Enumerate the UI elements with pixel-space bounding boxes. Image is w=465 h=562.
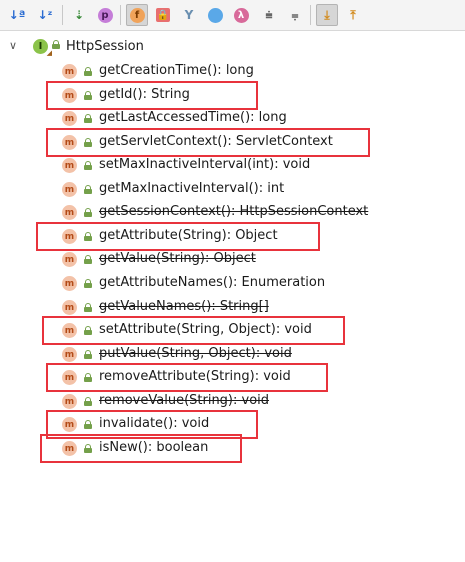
lock-icon (84, 303, 92, 312)
method-icon: m (62, 64, 77, 79)
show-lambdas-icon[interactable]: λ (230, 4, 252, 26)
method-icon: m (62, 205, 77, 220)
method-label: getCreationTime(): long (99, 63, 254, 78)
method-icon: m (62, 111, 77, 126)
highlight-box (46, 128, 370, 157)
method-row[interactable]: m getAttributeNames(): Enumeration (0, 272, 465, 295)
method-row[interactable]: m getLastAccessedTime(): long (0, 107, 465, 130)
lock-icon (84, 161, 92, 170)
toolbar-separator (62, 5, 63, 25)
highlight-box (40, 434, 242, 463)
show-non-public-icon[interactable]: 🔒 (152, 4, 174, 26)
structure-toolbar: ↓ª ↓ᶻ ⇣ p f 🔒 Y λ ⩧ ⩦ ⤓ ⤒ (0, 0, 465, 31)
method-label: getLastAccessedTime(): long (99, 110, 287, 125)
show-fields-icon[interactable]: ⇣ (68, 4, 90, 26)
method-label: getValueNames(): String[] (99, 299, 269, 314)
method-icon: m (62, 300, 77, 315)
expand-all-icon[interactable]: ⩧ (258, 4, 280, 26)
tree-root-label: HttpSession (66, 39, 144, 54)
method-row[interactable]: m getCreationTime(): long (0, 60, 465, 83)
show-inherited-icon[interactable]: Y (178, 4, 200, 26)
highlight-box (36, 222, 320, 251)
autoscroll-to-source-icon[interactable]: ⤓ (316, 4, 338, 26)
lock-icon (84, 208, 92, 217)
method-row[interactable]: m getValue(String): Object (0, 248, 465, 271)
lock-icon (84, 67, 92, 76)
method-icon: m (62, 347, 77, 362)
method-label: putValue(String, Object): void (99, 346, 292, 361)
tree-root-node[interactable]: ∨ I ◢ HttpSession (0, 37, 465, 57)
lock-icon (84, 114, 92, 123)
method-label: getSessionContext(): HttpSessionContext (99, 204, 369, 219)
chevron-down-icon[interactable]: ∨ (9, 39, 17, 52)
interface-icon: I ◢ (33, 39, 52, 57)
show-properties-icon[interactable]: p (94, 4, 116, 26)
highlight-box (42, 316, 345, 345)
autoscroll-from-source-icon[interactable]: ⤒ (342, 4, 364, 26)
show-anonymous-icon[interactable] (204, 4, 226, 26)
method-icon: m (62, 158, 77, 173)
method-row[interactable]: m getSessionContext(): HttpSessionContext (0, 201, 465, 224)
method-label: removeValue(String): void (99, 393, 270, 408)
toolbar-separator (310, 5, 311, 25)
method-icon: m (62, 182, 77, 197)
lock-icon (84, 350, 92, 359)
lock-icon (84, 397, 92, 406)
method-icon: m (62, 276, 77, 291)
highlight-box (46, 81, 258, 110)
method-label: getValue(String): Object (99, 251, 256, 266)
lock-icon (52, 40, 60, 49)
method-row[interactable]: m getMaxInactiveInterval(): int (0, 178, 465, 201)
sort-alphabetically-icon[interactable]: ↓ᶻ (34, 4, 56, 26)
method-row[interactable]: m setMaxInactiveInterval(int): void (0, 154, 465, 177)
collapse-all-icon[interactable]: ⩦ (284, 4, 306, 26)
sort-by-visibility-icon[interactable]: ↓ª (6, 4, 28, 26)
lock-icon (84, 279, 92, 288)
highlight-box (46, 363, 328, 392)
method-icon: m (62, 394, 77, 409)
method-icon: m (62, 252, 77, 267)
lock-icon (84, 185, 92, 194)
lock-icon (84, 255, 92, 264)
toolbar-separator (120, 5, 121, 25)
method-label: setMaxInactiveInterval(int): void (99, 157, 311, 172)
method-label: getAttributeNames(): Enumeration (99, 275, 326, 290)
method-label: getMaxInactiveInterval(): int (99, 181, 285, 196)
show-fields-toggle-icon[interactable]: f (126, 4, 148, 26)
